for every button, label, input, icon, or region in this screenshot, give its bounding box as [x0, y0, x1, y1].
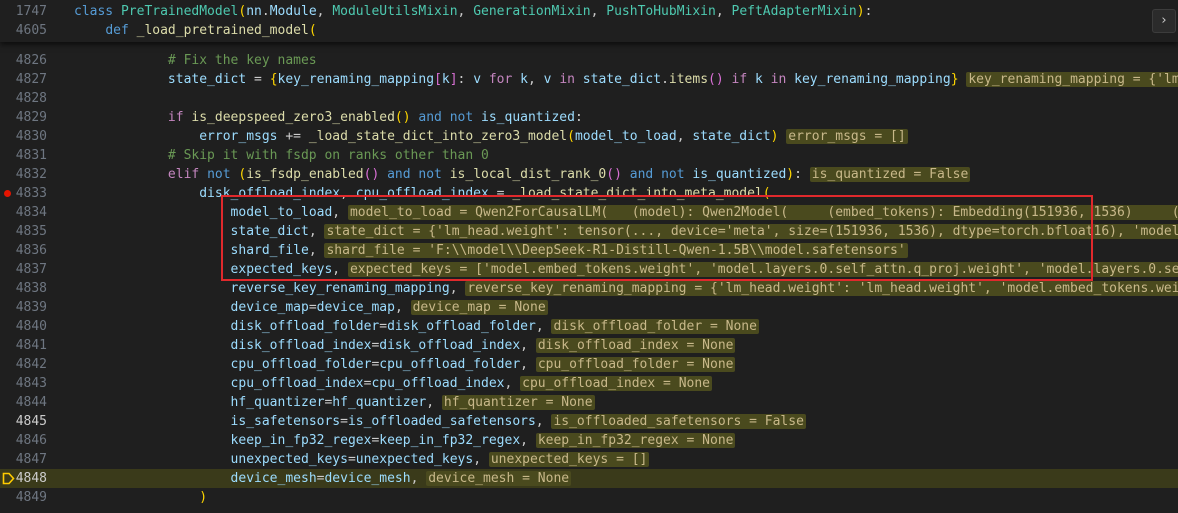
- editor-lines[interactable]: 4826 # Fix the key names 4827 state_dict …: [0, 51, 1178, 507]
- line-number[interactable]: 4844: [0, 393, 47, 412]
- code-line[interactable]: 4844 hf_quantizer=hf_quantizer, hf_quant…: [0, 393, 1178, 412]
- code-text[interactable]: error_msgs += _load_state_dict_into_zero…: [74, 127, 908, 146]
- line-number[interactable]: 4836: [0, 241, 47, 260]
- line-number[interactable]: 4838: [0, 279, 47, 298]
- line-number[interactable]: 4846: [0, 431, 47, 450]
- line-number[interactable]: 4831: [0, 146, 47, 165]
- line-number[interactable]: 4832: [0, 165, 47, 184]
- line-number[interactable]: 4834: [0, 203, 47, 222]
- line-number[interactable]: 4827: [0, 70, 47, 89]
- inline-debug-value: reverse_key_renaming_mapping = {'lm_head…: [465, 281, 1178, 296]
- code-text[interactable]: reverse_key_renaming_mapping, reverse_ke…: [74, 279, 1178, 298]
- line-number[interactable]: 4841: [0, 336, 47, 355]
- inline-debug-value: device_map = None: [410, 300, 548, 315]
- code-text[interactable]: disk_offload_index, cpu_offload_index = …: [74, 184, 770, 203]
- code-line[interactable]: 4834 model_to_load, model_to_load = Qwen…: [0, 203, 1178, 222]
- code-text[interactable]: expected_keys, expected_keys = ['model.e…: [74, 260, 1178, 279]
- code-text[interactable]: is_safetensors=is_offloaded_safetensors,…: [74, 412, 806, 431]
- code-text[interactable]: unexpected_keys=unexpected_keys, unexpec…: [74, 450, 650, 469]
- code-text[interactable]: keep_in_fp32_regex=keep_in_fp32_regex, k…: [74, 431, 736, 450]
- line-number[interactable]: 4837: [0, 260, 47, 279]
- code-text[interactable]: device_mesh=device_mesh, device_mesh = N…: [74, 469, 572, 488]
- code-text[interactable]: state_dict = {key_renaming_mapping[k]: v…: [74, 70, 1178, 89]
- code-line[interactable]: 4827 state_dict = {key_renaming_mapping[…: [0, 70, 1178, 89]
- code-line[interactable]: 4829 if is_deepspeed_zero3_enabled() and…: [0, 108, 1178, 127]
- inline-debug-value: model_to_load = Qwen2ForCausalLM( (model…: [347, 205, 1178, 220]
- code-line[interactable]: 4849 ): [0, 488, 1178, 507]
- inline-debug-value: device_mesh = None: [426, 471, 572, 486]
- code-line[interactable]: 4842 cpu_offload_folder=cpu_offload_fold…: [0, 355, 1178, 374]
- line-number[interactable]: 4845: [0, 412, 47, 431]
- inline-debug-value: shard_file = 'F:\\model\\DeepSeek-R1-Dis…: [324, 243, 908, 258]
- code-text[interactable]: elif not (is_fsdp_enabled() and not is_l…: [74, 165, 971, 184]
- breakpoint-icon[interactable]: [4, 190, 11, 197]
- line-number[interactable]: 4605: [0, 21, 47, 40]
- inline-debug-value: is_quantized = False: [809, 167, 971, 182]
- inline-debug-value: cpu_offload_folder = None: [535, 357, 736, 372]
- code-line[interactable]: 4840 disk_offload_folder=disk_offload_fo…: [0, 317, 1178, 336]
- inline-debug-value: is_offloaded_safetensors = False: [551, 414, 806, 429]
- code-line[interactable]: 4843 cpu_offload_index=cpu_offload_index…: [0, 374, 1178, 393]
- line-number[interactable]: 4829: [0, 108, 47, 127]
- inline-debug-value: state_dict = {'lm_head.weight': tensor(.…: [324, 224, 1178, 239]
- line-number[interactable]: 4826: [0, 51, 47, 70]
- sticky-line[interactable]: 1747 class PreTrainedModel(nn.Module, Mod…: [0, 2, 1178, 21]
- inline-debug-value: hf_quantizer = None: [441, 395, 595, 410]
- inline-debug-value: disk_offload_index = None: [535, 338, 736, 353]
- line-number[interactable]: 4830: [0, 127, 47, 146]
- code-text[interactable]: class PreTrainedModel(nn.Module, ModuleU…: [74, 2, 872, 21]
- inline-debug-value: disk_offload_folder = None: [551, 319, 759, 334]
- chevron-right-icon[interactable]: ›: [1152, 9, 1176, 33]
- code-line[interactable]: 4845 is_safetensors=is_offloaded_safeten…: [0, 412, 1178, 431]
- code-text[interactable]: # Fix the key names: [74, 51, 317, 70]
- code-line[interactable]: 4832 elif not (is_fsdp_enabled() and not…: [0, 165, 1178, 184]
- code-text[interactable]: hf_quantizer=hf_quantizer, hf_quantizer …: [74, 393, 595, 412]
- code-line[interactable]: 4837 expected_keys, expected_keys = ['mo…: [0, 260, 1178, 279]
- code-line[interactable]: 4838 reverse_key_renaming_mapping, rever…: [0, 279, 1178, 298]
- inline-debug-value: key_renaming_mapping = {'lm_he: [966, 72, 1178, 87]
- code-line[interactable]: 4839 device_map=device_map, device_map =…: [0, 298, 1178, 317]
- line-number[interactable]: 4840: [0, 317, 47, 336]
- inline-debug-value: cpu_offload_index = None: [520, 376, 712, 391]
- code-text[interactable]: device_map=device_map, device_map = None: [74, 298, 548, 317]
- line-number[interactable]: 4849: [0, 488, 47, 507]
- sticky-line[interactable]: 4605 def _load_pretrained_model(: [0, 21, 1178, 40]
- line-number[interactable]: 4843: [0, 374, 47, 393]
- line-number[interactable]: 4842: [0, 355, 47, 374]
- line-number[interactable]: 4828: [0, 89, 47, 108]
- code-text[interactable]: def _load_pretrained_model(: [74, 21, 316, 40]
- code-line[interactable]: 4835 state_dict, state_dict = {'lm_head.…: [0, 222, 1178, 241]
- code-line[interactable]: 4848 device_mesh=device_mesh, device_mes…: [0, 469, 1178, 488]
- code-text[interactable]: model_to_load, model_to_load = Qwen2ForC…: [74, 203, 1178, 222]
- code-text[interactable]: shard_file, shard_file = 'F:\\model\\Dee…: [74, 241, 908, 260]
- line-number[interactable]: 1747: [0, 2, 47, 21]
- line-number[interactable]: 4839: [0, 298, 47, 317]
- code-line[interactable]: 4831 # Skip it with fsdp on ranks other …: [0, 146, 1178, 165]
- code-line[interactable]: 4828: [0, 89, 1178, 108]
- inline-debug-value: unexpected_keys = []: [488, 452, 650, 467]
- code-text[interactable]: disk_offload_folder=disk_offload_folder,…: [74, 317, 759, 336]
- code-text[interactable]: state_dict, state_dict = {'lm_head.weigh…: [74, 222, 1178, 241]
- code-text[interactable]: disk_offload_index=disk_offload_index, d…: [74, 336, 736, 355]
- code-line[interactable]: 4846 keep_in_fp32_regex=keep_in_fp32_reg…: [0, 431, 1178, 450]
- code-line[interactable]: 4826 # Fix the key names: [0, 51, 1178, 70]
- inline-debug-value: error_msgs = []: [786, 129, 908, 144]
- line-number[interactable]: 4847: [0, 450, 47, 469]
- code-line[interactable]: 4836 shard_file, shard_file = 'F:\\model…: [0, 241, 1178, 260]
- code-line[interactable]: 4833 disk_offload_index, cpu_offload_ind…: [0, 184, 1178, 203]
- sticky-scroll-header[interactable]: 1747 class PreTrainedModel(nn.Module, Mod…: [0, 0, 1178, 42]
- code-text[interactable]: if is_deepspeed_zero3_enabled() and not …: [74, 108, 583, 127]
- inline-debug-value: expected_keys = ['model.embed_tokens.wei…: [347, 262, 1178, 277]
- code-line[interactable]: 4841 disk_offload_index=disk_offload_ind…: [0, 336, 1178, 355]
- code-line[interactable]: 4847 unexpected_keys=unexpected_keys, un…: [0, 450, 1178, 469]
- code-text[interactable]: cpu_offload_folder=cpu_offload_folder, c…: [74, 355, 736, 374]
- code-text[interactable]: cpu_offload_index=cpu_offload_index, cpu…: [74, 374, 712, 393]
- code-line[interactable]: 4830 error_msgs += _load_state_dict_into…: [0, 127, 1178, 146]
- inline-debug-value: keep_in_fp32_regex = None: [535, 433, 736, 448]
- code-text[interactable]: # Skip it with fsdp on ranks other than …: [74, 146, 489, 165]
- line-number[interactable]: 4835: [0, 222, 47, 241]
- debug-current-line-arrow-icon[interactable]: [2, 472, 15, 485]
- code-text[interactable]: ): [74, 488, 207, 507]
- code-editor[interactable]: 1747 class PreTrainedModel(nn.Module, Mod…: [0, 0, 1178, 513]
